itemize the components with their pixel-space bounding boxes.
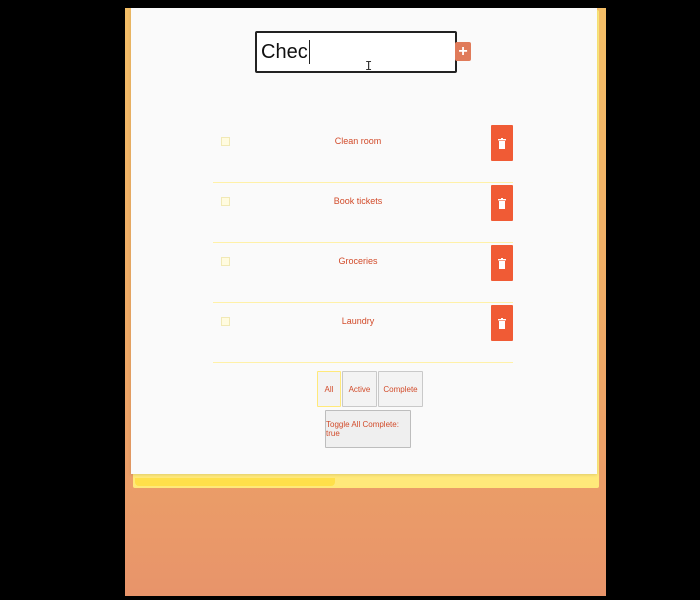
todo-checkbox[interactable] (221, 197, 230, 206)
todo-item: Laundry (213, 303, 513, 363)
trash-icon (498, 257, 506, 269)
todo-item: Groceries (213, 243, 513, 303)
todo-item: Clean room (213, 123, 513, 183)
todo-label: Book tickets (333, 196, 383, 206)
app-background: Chec I + Clean room Book tickets Groceri… (125, 8, 606, 596)
filter-complete-button[interactable]: Complete (378, 371, 423, 407)
trash-icon (498, 317, 506, 329)
trash-icon (498, 137, 506, 149)
todo-card: Chec I + Clean room Book tickets Groceri… (131, 8, 597, 474)
text-caret (308, 40, 310, 64)
new-todo-input[interactable]: Chec (255, 31, 457, 73)
todo-list: Clean room Book tickets Groceries Laundr… (213, 123, 513, 363)
delete-todo-button[interactable] (491, 245, 513, 281)
todo-checkbox[interactable] (221, 257, 230, 266)
ibeam-cursor-icon: I (365, 59, 373, 73)
todo-checkbox[interactable] (221, 317, 230, 326)
card-decoration (135, 478, 335, 486)
delete-todo-button[interactable] (491, 305, 513, 341)
new-todo-input-value: Chec (261, 40, 308, 63)
trash-icon (498, 197, 506, 209)
todo-item: Book tickets (213, 183, 513, 243)
todo-label: Clean room (334, 136, 382, 146)
filter-all-button[interactable]: All (317, 371, 341, 407)
plus-icon: + (458, 42, 468, 60)
todo-label: Laundry (341, 316, 375, 326)
todo-checkbox[interactable] (221, 137, 230, 146)
todo-label: Groceries (338, 256, 378, 266)
delete-todo-button[interactable] (491, 125, 513, 161)
toggle-all-complete-button[interactable]: Toggle All Complete: true (325, 410, 411, 448)
filter-active-button[interactable]: Active (342, 371, 377, 407)
delete-todo-button[interactable] (491, 185, 513, 221)
add-todo-button[interactable]: + (455, 42, 471, 61)
